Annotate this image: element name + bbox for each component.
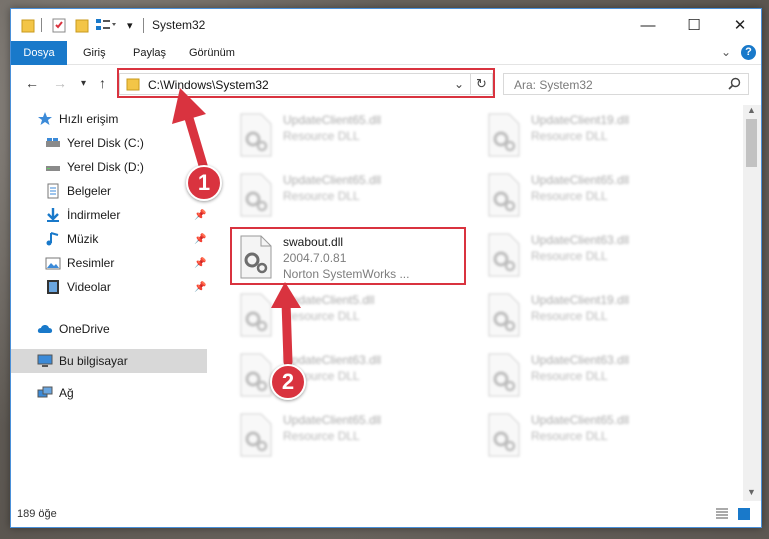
arrow-2-shaft [281,297,293,367]
annotation-badge-1: 1 [186,165,222,201]
arrow-2-head [271,282,301,308]
annotation-arrows [172,88,301,367]
arrow-1-head [172,88,206,124]
annotation-badge-2: 2 [270,364,306,400]
